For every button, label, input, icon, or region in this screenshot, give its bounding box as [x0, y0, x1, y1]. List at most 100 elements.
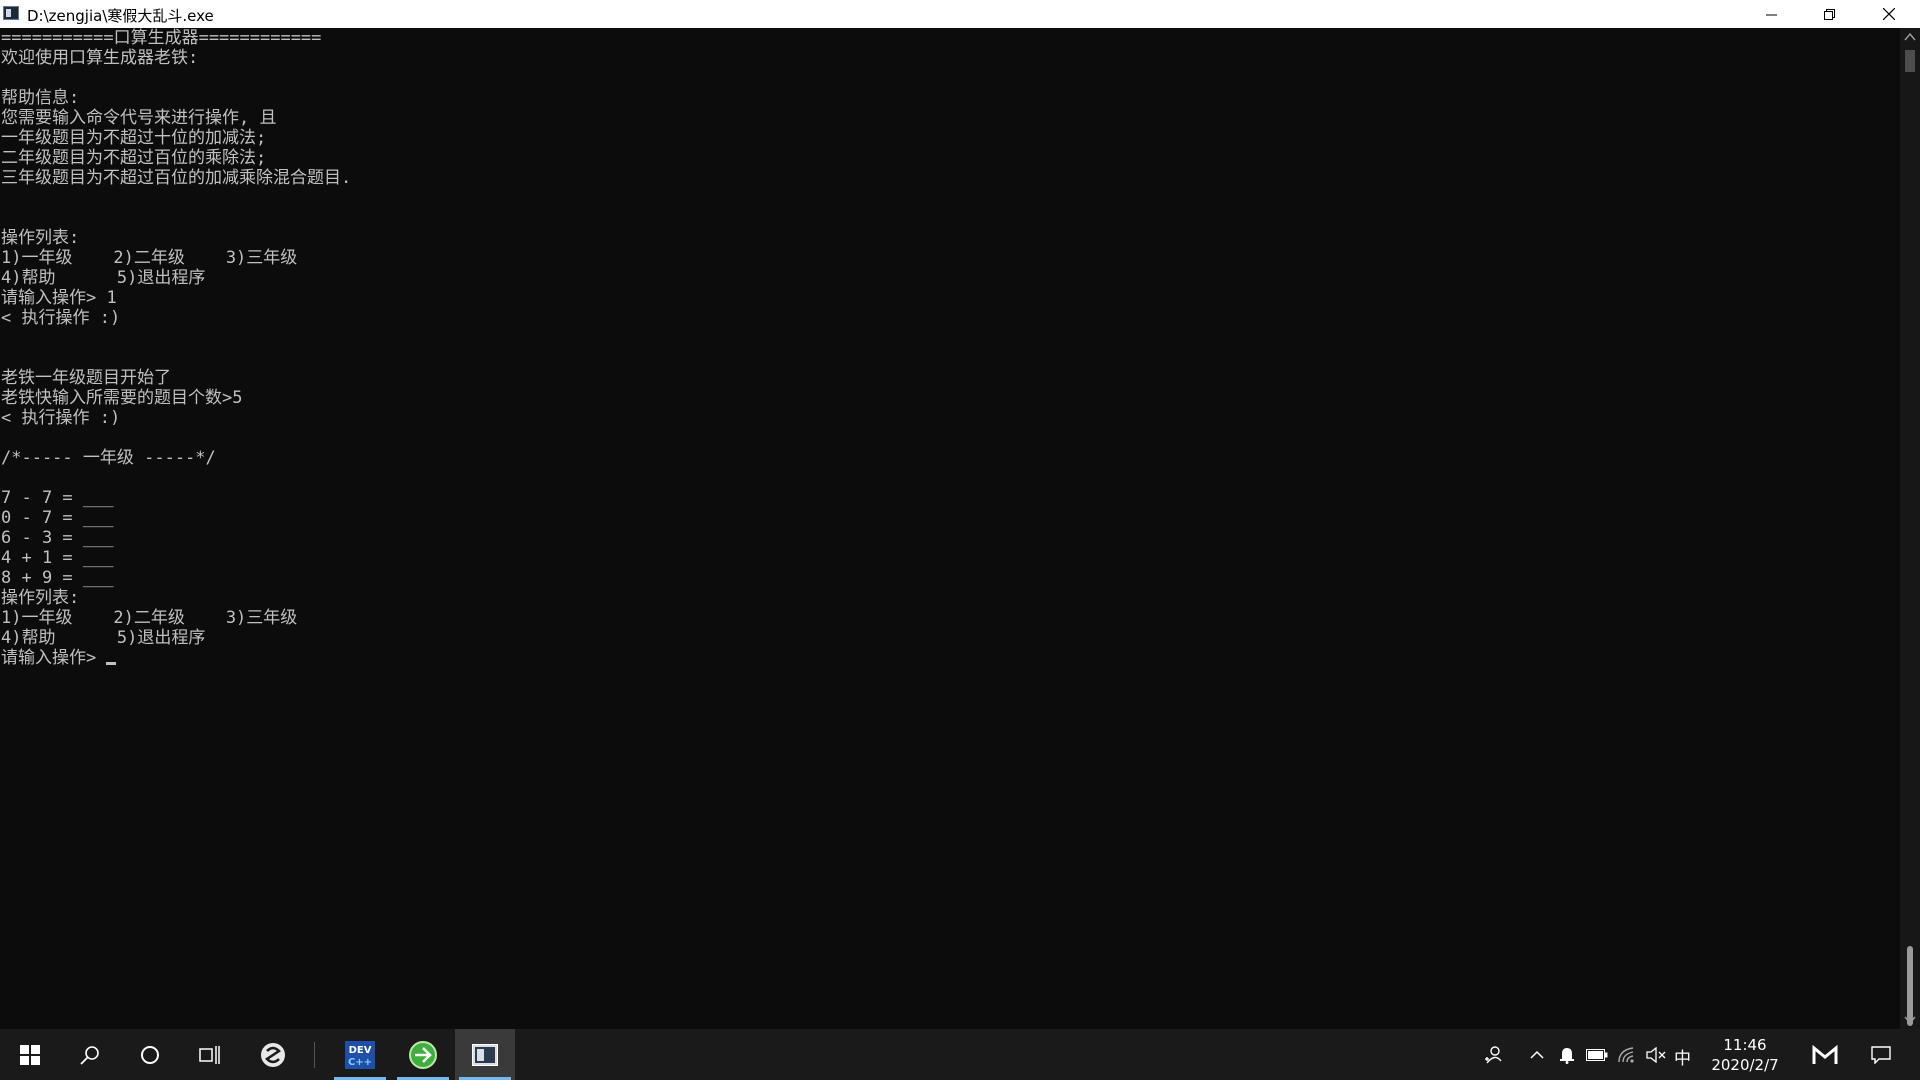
console-line-text: 二年级题目为不超过百位的乘除法; [1, 148, 267, 168]
console-app-icon[interactable] [3, 6, 19, 20]
console-line: 请输入操作> 1 [0, 288, 1900, 308]
console-line-text: 4)帮助 5)退出程序 [1, 628, 206, 648]
gmail-tray-button[interactable] [1810, 1029, 1840, 1080]
action-center-button[interactable] [1866, 1029, 1896, 1080]
console-line-text: < 执行操作 :) [1, 308, 121, 328]
scroll-down-arrow-icon[interactable] [1904, 1015, 1916, 1025]
text-cursor [106, 662, 117, 665]
console-line: 老铁一年级题目开始了 [0, 368, 1900, 388]
console-line-text: 欢迎使用口算生成器老铁: [1, 48, 199, 68]
windows-start-icon [20, 1044, 40, 1065]
svg-text:DEV: DEV [349, 1045, 372, 1056]
console-icon [472, 1043, 498, 1066]
people-button[interactable] [1479, 1029, 1507, 1080]
console-line: 您需要输入命令代号来进行操作, 且 [0, 108, 1900, 128]
network-button[interactable] [1613, 1029, 1641, 1080]
restore-icon [1823, 8, 1835, 20]
console-line: < 执行操作 :) [0, 408, 1900, 428]
volume-button[interactable] [1642, 1029, 1670, 1080]
sogou-app-button[interactable] [243, 1029, 303, 1080]
scroll-track-segment [1905, 50, 1915, 72]
cortana-button[interactable] [120, 1029, 180, 1080]
search-icon [80, 1045, 99, 1065]
console-line: 4)帮助 5)退出程序 [0, 268, 1900, 288]
close-button[interactable] [1858, 0, 1920, 28]
action-center-icon [1871, 1045, 1891, 1064]
vertical-scrollbar[interactable] [1900, 28, 1920, 1029]
scroll-up-arrow-icon[interactable] [1904, 32, 1916, 42]
task-view-button[interactable] [180, 1029, 240, 1080]
console-line: < 执行操作 :) [0, 308, 1900, 328]
console-line: 操作列表: [0, 228, 1900, 248]
devcpp-icon: DEV C++ [345, 1040, 375, 1069]
console-line: 帮助信息: [0, 88, 1900, 108]
console-line-text: /*----- 一年级 -----*/ [1, 448, 216, 468]
chevron-up-icon [1530, 1050, 1544, 1059]
battery-icon [1586, 1048, 1608, 1061]
console-line: 二年级题目为不超过百位的乘除法; [0, 148, 1900, 168]
minimize-button[interactable] [1742, 0, 1800, 28]
console-line-text: 操作列表: [1, 228, 80, 248]
taskbar-separator [314, 1042, 315, 1068]
console-line-text: 6 - 3 = ___ [1, 528, 114, 548]
console-line-text: 三年级题目为不超过百位的加减乘除混合题目. [1, 168, 352, 188]
console-line-text: 8 + 9 = ___ [1, 568, 114, 588]
show-hidden-icons-button[interactable] [1523, 1029, 1551, 1080]
console-line-text: 请输入操作> 1 [1, 288, 117, 308]
console-line: 请输入操作> [0, 648, 1900, 668]
console-line-text: ===========口算生成器============ [1, 28, 322, 48]
console-line-text: 一年级题目为不超过十位的加减法; [1, 128, 267, 148]
console-line-text: 请输入操作> [1, 648, 107, 668]
console-line: 一年级题目为不超过十位的加减法; [0, 128, 1900, 148]
browser-icon [409, 1040, 437, 1069]
close-icon [1883, 8, 1895, 20]
console-line-text: 老铁快输入所需要的题目个数>5 [1, 388, 243, 408]
clock-date: 2020/2/7 [1711, 1056, 1779, 1074]
scroll-thumb[interactable] [1907, 946, 1913, 1026]
console-line: 4)帮助 5)退出程序 [0, 628, 1900, 648]
people-icon [1485, 1045, 1502, 1063]
cortana-icon [141, 1045, 159, 1064]
console-line: 7 - 7 = ___ [0, 488, 1900, 508]
console-line: 4 + 1 = ___ [0, 548, 1900, 568]
gmail-icon [1812, 1044, 1838, 1064]
console-line: 操作列表: [0, 588, 1900, 608]
console-line-text: 操作列表: [1, 588, 80, 608]
console-line: 6 - 3 = ___ [0, 528, 1900, 548]
start-button[interactable] [0, 1029, 60, 1080]
console-line: 三年级题目为不超过百位的加减乘除混合题目. [0, 168, 1900, 188]
console-line: /*----- 一年级 -----*/ [0, 448, 1900, 468]
console-line: 老铁快输入所需要的题目个数>5 [0, 388, 1900, 408]
console-line: 8 + 9 = ___ [0, 568, 1900, 588]
console-line: 0 - 7 = ___ [0, 508, 1900, 528]
console-line-text: 您需要输入命令代号来进行操作, 且 [1, 108, 277, 128]
clock[interactable]: 11:46 2020/2/7 [1703, 1035, 1787, 1075]
console-line-text: 老铁一年级题目开始了 [1, 368, 171, 388]
window-title: D:\zengjia\寒假大乱斗.exe [27, 7, 214, 25]
title-bar[interactable]: D:\zengjia\寒假大乱斗.exe [0, 0, 1920, 28]
console-line-text: 1)一年级 2)二年级 3)三年级 [1, 608, 298, 628]
devcpp-app-button[interactable]: DEV C++ [330, 1029, 390, 1080]
battery-button[interactable] [1583, 1029, 1611, 1080]
restore-button[interactable] [1800, 0, 1858, 28]
console-app-button[interactable] [455, 1029, 515, 1080]
search-button[interactable] [60, 1029, 120, 1080]
console-line-text: 4 + 1 = ___ [1, 548, 114, 568]
bell-icon [1560, 1047, 1574, 1064]
task-view-icon [199, 1045, 220, 1064]
notification-bell-button[interactable] [1553, 1029, 1581, 1080]
input-method-indicator[interactable]: 中 [1674, 1044, 1691, 1069]
volume-muted-icon [1646, 1046, 1666, 1063]
browser-app-button[interactable] [393, 1029, 453, 1080]
svg-text:C++: C++ [348, 1057, 372, 1068]
console-line-text: 帮助信息: [1, 88, 80, 108]
console-window: D:\zengjia\寒假大乱斗.exe ===========口算生成器===… [0, 0, 1920, 1029]
console-output[interactable]: ===========口算生成器============ 欢迎使用口算生成器老铁:… [0, 28, 1900, 1029]
